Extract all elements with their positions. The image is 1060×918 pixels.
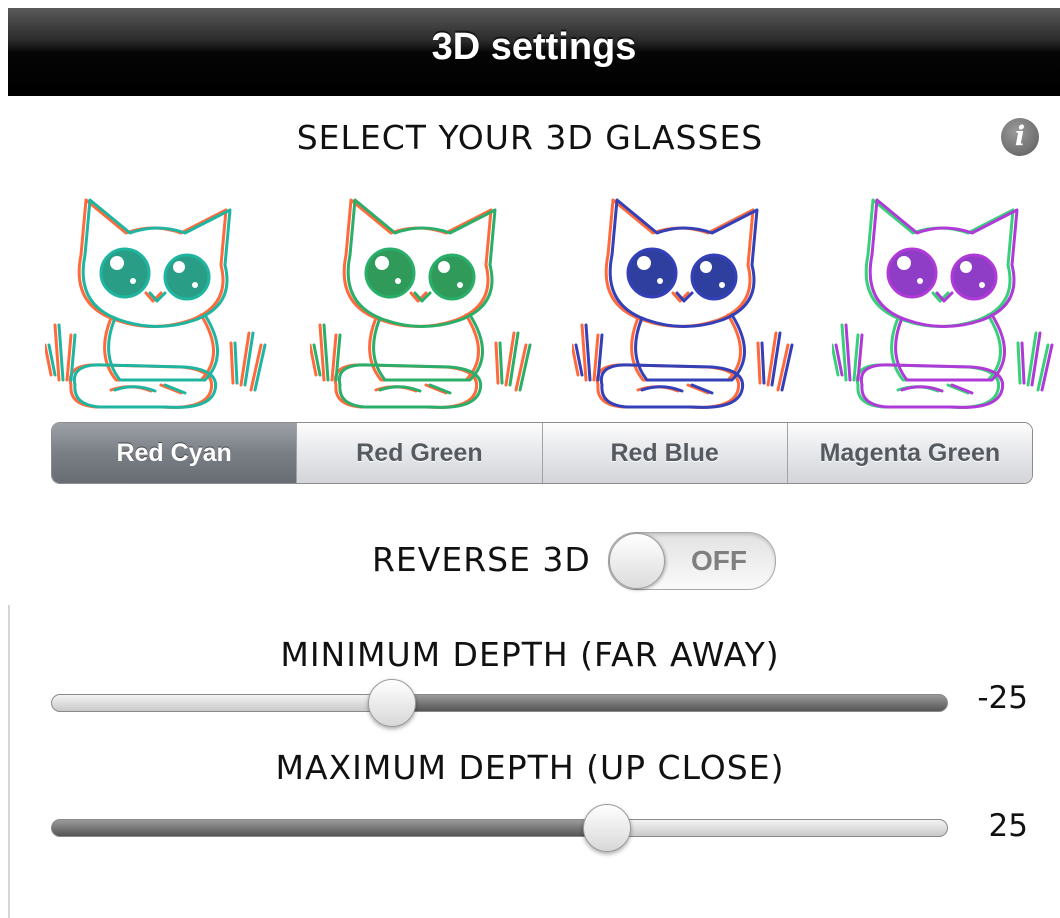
segment-magenta-green[interactable]: Magenta Green [786, 423, 1032, 483]
magenta-green-cat-preview[interactable] [832, 185, 1057, 420]
max-depth-thumb[interactable] [583, 804, 632, 852]
min-depth-value: -25 [977, 680, 1028, 716]
page-title: 3D settings [431, 26, 637, 68]
segment-red-cyan[interactable]: Red Cyan [52, 423, 297, 483]
reverse-3d-label: REVERSE 3D [372, 540, 591, 579]
max-depth-label: MAXIMUM DEPTH (UP CLOSE) [275, 748, 785, 787]
glasses-heading: SELECT YOUR 3D GLASSES [296, 118, 764, 157]
toggle-state-text: OFF [691, 545, 747, 576]
toggle-knob[interactable] [609, 533, 665, 589]
max-depth-track-right[interactable] [598, 819, 948, 837]
segment-red-green[interactable]: Red Green [296, 423, 542, 483]
min-depth-label: MINIMUM DEPTH (FAR AWAY) [280, 635, 780, 674]
navigation-bar: 3D settings [8, 8, 1060, 96]
segment-red-blue[interactable]: Red Blue [541, 423, 787, 483]
min-depth-track-right[interactable] [382, 694, 948, 712]
max-depth-value: 25 [988, 808, 1028, 844]
min-depth-thumb[interactable] [367, 679, 416, 727]
min-depth-track-left[interactable] [51, 694, 401, 712]
max-depth-track-left[interactable] [51, 819, 617, 837]
reverse-3d-toggle[interactable]: OFF [608, 532, 776, 590]
red-blue-cat-preview[interactable] [572, 185, 797, 420]
settings-screen: 3D settings SELECT YOUR 3D GLASSES i Red… [0, 0, 1060, 918]
info-icon[interactable]: i [1001, 118, 1039, 156]
glasses-type-selector: Red Cyan Red Green Red Blue Magenta Gree… [51, 422, 1033, 484]
red-green-cat-preview[interactable] [310, 185, 535, 420]
red-cyan-cat-preview[interactable] [45, 185, 270, 420]
